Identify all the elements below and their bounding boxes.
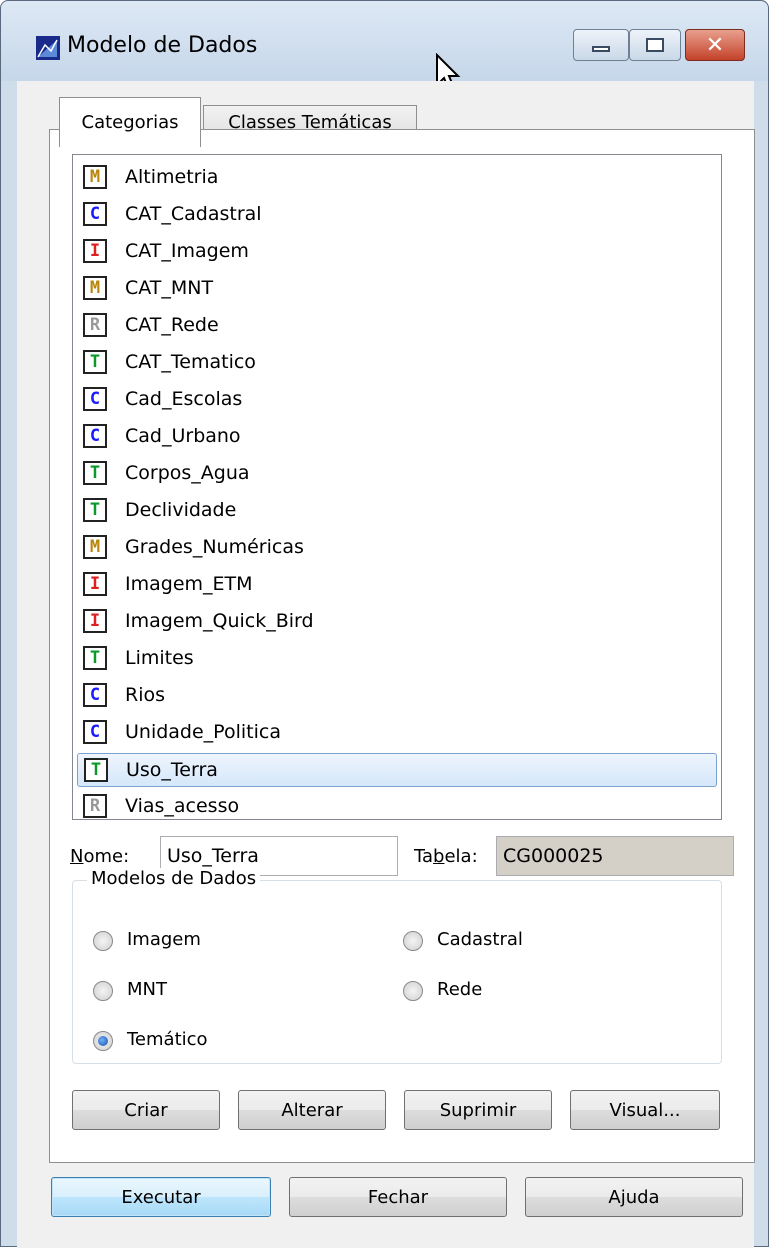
alterar-button[interactable]: Alterar <box>238 1090 386 1130</box>
close-icon: ✕ <box>705 32 725 58</box>
list-item[interactable]: T Corpos_Agua <box>77 457 717 491</box>
maximize-button[interactable] <box>629 29 681 61</box>
category-name: CAT_Imagem <box>125 240 249 262</box>
list-item[interactable]: T Limites <box>77 642 717 676</box>
list-item[interactable]: M Altimetria <box>77 161 717 195</box>
title-bar[interactable]: Modelo de Dados ✕ <box>1 1 768 92</box>
maximize-icon <box>646 38 664 52</box>
category-type-icon: R <box>83 313 107 337</box>
list-item[interactable]: M Grades_Numéricas <box>77 531 717 565</box>
category-type-icon: R <box>83 794 107 818</box>
nome-label: Nome: <box>70 846 130 867</box>
category-name: CAT_MNT <box>125 277 214 299</box>
category-type-icon: I <box>83 609 107 633</box>
category-type-icon: C <box>83 202 107 226</box>
fechar-label: Fechar <box>367 1186 429 1208</box>
category-name: Limites <box>125 647 194 669</box>
list-item[interactable]: I Imagem_ETM <box>77 568 717 602</box>
category-type-icon: I <box>83 239 107 263</box>
list-item[interactable]: T CAT_Tematico <box>77 346 717 380</box>
list-item[interactable]: C Cad_Escolas <box>77 383 717 417</box>
suprimir-label: Suprimir <box>439 1099 517 1121</box>
radio-tematico-label: Temático <box>127 1029 208 1050</box>
list-item[interactable]: C Rios <box>77 679 717 713</box>
list-item[interactable]: C CAT_Cadastral <box>77 198 717 232</box>
dialog-client: Categorias Classes Temáticas M Altimetria… <box>17 81 755 1248</box>
visual-button[interactable]: Visual... <box>570 1090 720 1130</box>
category-name: Rios <box>125 684 166 706</box>
suprimir-button[interactable]: Suprimir <box>404 1090 552 1130</box>
radio-rede[interactable] <box>403 981 423 1001</box>
categories-list[interactable]: M Altimetria C CAT_Cadastral I CAT_Imagem M CAT… <box>72 154 722 820</box>
ajuda-label: Ajuda <box>608 1186 660 1208</box>
list-item[interactable]: T Uso_Terra <box>77 753 717 787</box>
radio-mnt[interactable] <box>93 981 113 1001</box>
tab-categorias[interactable]: Categorias <box>59 97 201 147</box>
minimize-icon <box>592 46 610 52</box>
category-name: CAT_Tematico <box>125 351 256 373</box>
radio-cadastral-label: Cadastral <box>437 929 523 950</box>
radio-rede-label: Rede <box>437 979 483 1000</box>
list-item[interactable]: I CAT_Imagem <box>77 235 717 269</box>
category-type-icon: M <box>83 165 107 189</box>
executar-button[interactable]: Executar <box>51 1177 271 1217</box>
radio-imagem-label: Imagem <box>127 929 201 950</box>
category-name: Altimetria <box>125 166 219 188</box>
category-name: Cad_Escolas <box>125 388 243 410</box>
list-item[interactable]: M CAT_MNT <box>77 272 717 306</box>
minimize-button[interactable] <box>573 29 629 61</box>
category-type-icon: T <box>83 461 107 485</box>
category-name: CAT_Rede <box>125 314 219 336</box>
visual-label: Visual... <box>609 1099 681 1121</box>
list-item[interactable]: I Imagem_Quick_Bird <box>77 605 717 639</box>
radio-imagem[interactable] <box>93 931 113 951</box>
category-type-icon: M <box>83 535 107 559</box>
list-item[interactable]: C Unidade_Politica <box>77 716 717 750</box>
list-item[interactable]: C Cad_Urbano <box>77 420 717 454</box>
category-name: Imagem_ETM <box>125 573 253 595</box>
list-item[interactable]: R CAT_Rede <box>77 309 717 343</box>
category-type-icon: T <box>83 646 107 670</box>
window-title: Modelo de Dados <box>67 33 258 58</box>
category-name: Declividade <box>125 499 237 521</box>
group-title: Modelos de Dados <box>87 868 261 889</box>
close-button[interactable]: ✕ <box>685 29 745 61</box>
category-type-icon: C <box>83 720 107 744</box>
criar-button[interactable]: Criar <box>72 1090 220 1130</box>
radio-tematico[interactable] <box>93 1031 113 1051</box>
fechar-button[interactable]: Fechar <box>289 1177 507 1217</box>
category-type-icon: M <box>83 276 107 300</box>
category-type-icon: T <box>84 758 108 782</box>
tabela-input[interactable] <box>496 836 734 876</box>
ajuda-button[interactable]: Ajuda <box>525 1177 743 1217</box>
category-name: Unidade_Politica <box>125 721 281 743</box>
tabela-label: Tabela: <box>414 846 478 867</box>
modelos-de-dados-group: Modelos de Dados Imagem Cadastral MNT Re… <box>72 868 722 1064</box>
list-item[interactable]: R Vias_acesso <box>77 790 717 824</box>
app-icon <box>36 36 60 60</box>
category-name: Imagem_Quick_Bird <box>125 610 314 632</box>
category-type-icon: C <box>83 424 107 448</box>
category-name: Cad_Urbano <box>125 425 241 447</box>
category-type-icon: C <box>83 387 107 411</box>
category-type-icon: C <box>83 683 107 707</box>
radio-cadastral[interactable] <box>403 931 423 951</box>
alterar-label: Alterar <box>281 1099 343 1121</box>
executar-label: Executar <box>121 1186 201 1208</box>
criar-label: Criar <box>124 1099 168 1121</box>
dialog-window: Modelo de Dados ✕ Categorias Classes Tem… <box>0 0 769 1248</box>
list-item[interactable]: T Declividade <box>77 494 717 528</box>
category-name: CAT_Cadastral <box>125 203 262 225</box>
radio-mnt-label: MNT <box>127 979 167 1000</box>
category-type-icon: T <box>83 498 107 522</box>
category-type-icon: I <box>83 572 107 596</box>
category-name: Vias_acesso <box>125 795 240 817</box>
category-name: Corpos_Agua <box>125 462 250 484</box>
categorias-panel: M Altimetria C CAT_Cadastral I CAT_Imagem M CAT… <box>49 129 755 1163</box>
category-name: Grades_Numéricas <box>125 536 304 558</box>
category-type-icon: T <box>83 350 107 374</box>
category-name: Uso_Terra <box>126 759 218 781</box>
